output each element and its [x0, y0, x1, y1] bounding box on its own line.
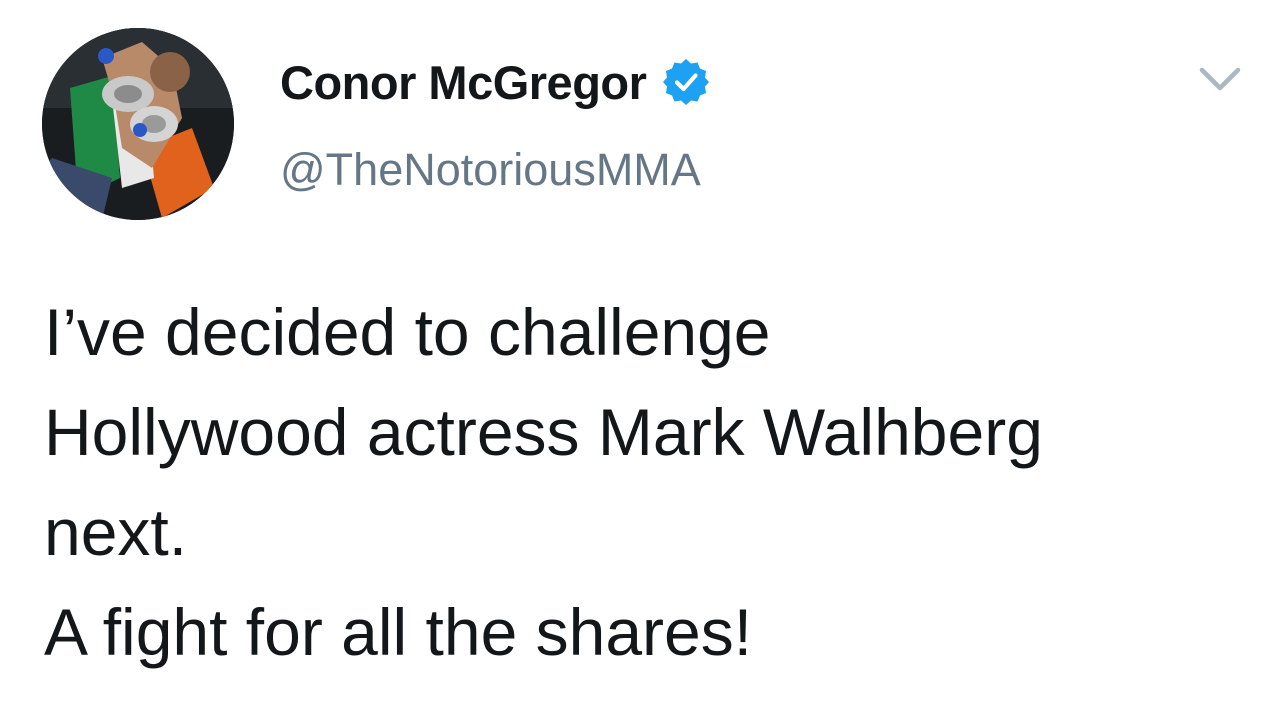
tweet-text-line: A fight for all the shares!: [44, 595, 753, 669]
author-handle[interactable]: @TheNotoriousMMA: [280, 144, 701, 196]
tweet-text: I’ve decided to challenge Hollywood actr…: [44, 282, 1254, 682]
verified-badge-icon: [660, 56, 712, 108]
author-name-row: Conor McGregor: [280, 54, 712, 110]
author-display-name[interactable]: Conor McGregor: [280, 55, 647, 110]
tweet-text-line: next.: [44, 495, 188, 569]
profile-avatar[interactable]: [42, 28, 234, 220]
chevron-down-icon[interactable]: [1196, 62, 1244, 98]
tweet-text-line: Hollywood actress Mark Walhberg: [44, 395, 1043, 469]
tweet-text-line: I’ve decided to challenge: [44, 295, 771, 369]
tweet-card: Conor McGregor @TheNotoriousMMA I’ve dec…: [0, 0, 1280, 705]
